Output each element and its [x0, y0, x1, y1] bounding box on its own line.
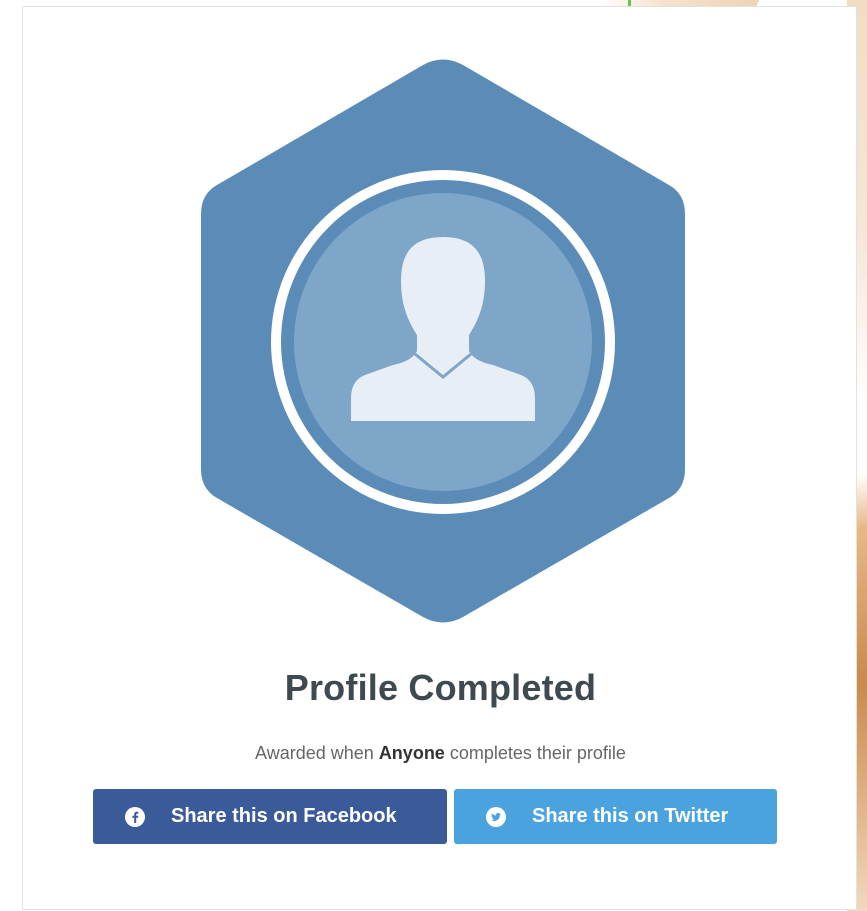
facebook-icon	[125, 806, 145, 827]
description-suffix: completes their profile	[449, 743, 626, 763]
achievement-title: Profile Completed	[284, 667, 597, 708]
share-twitter-label: Share this on Twitter	[532, 805, 729, 827]
description-emphasis: Anyone	[378, 743, 445, 763]
share-twitter-button[interactable]: Share this on Twitter	[454, 789, 777, 844]
achievement-description: Awarded when Anyone completes their prof…	[23, 743, 858, 764]
share-facebook-button[interactable]: Share this on Facebook	[93, 789, 447, 844]
achievement-badge	[195, 59, 691, 627]
achievement-card: Profile Completed Awarded when Anyone co…	[22, 6, 857, 910]
share-facebook-label: Share this on Facebook	[171, 805, 397, 827]
twitter-icon	[486, 806, 506, 827]
description-prefix: Awarded when	[255, 743, 374, 763]
